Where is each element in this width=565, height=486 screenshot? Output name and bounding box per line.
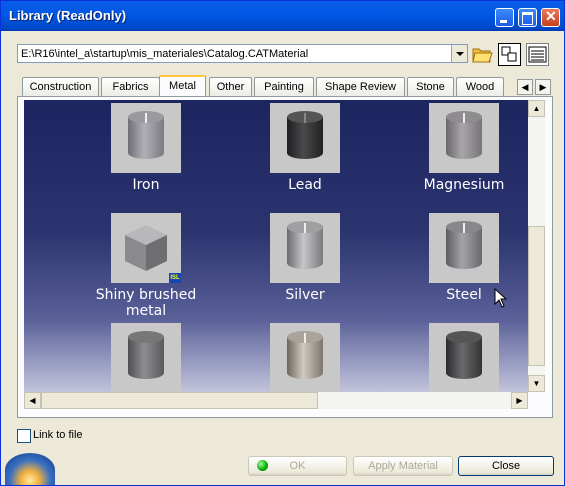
material-thumbnail bbox=[111, 323, 181, 392]
close-window-button[interactable]: ✕ bbox=[541, 8, 560, 27]
tab-stone[interactable]: Stone bbox=[407, 77, 454, 97]
cube-icon bbox=[125, 225, 167, 271]
link-to-file-label: Link to file bbox=[33, 429, 83, 441]
material-thumbnail bbox=[270, 323, 340, 392]
material-item[interactable] bbox=[235, 323, 375, 392]
tab-fabrics[interactable]: Fabrics bbox=[101, 77, 160, 97]
open-folder-icon[interactable] bbox=[471, 43, 494, 66]
cylinder-icon bbox=[287, 111, 323, 163]
cylinder-icon bbox=[446, 111, 482, 163]
isl-badge: ISL bbox=[169, 273, 181, 283]
material-silver[interactable]: Silver bbox=[235, 213, 375, 303]
scroll-up-icon[interactable]: ▲ bbox=[528, 100, 545, 117]
ok-led-icon bbox=[257, 460, 268, 471]
close-button[interactable]: Close bbox=[458, 456, 554, 476]
tab-other[interactable]: Other bbox=[209, 77, 252, 97]
link-to-file-checkbox[interactable] bbox=[17, 429, 31, 443]
cylinder-icon bbox=[128, 111, 164, 163]
vertical-scroll-thumb[interactable] bbox=[528, 226, 545, 366]
cylinder-icon bbox=[446, 221, 482, 273]
material-preview-area: Iron Lead Magnesium ISL Shiny brushed me… bbox=[24, 100, 528, 392]
material-thumbnail bbox=[111, 103, 181, 173]
material-lead[interactable]: Lead bbox=[235, 103, 375, 193]
ok-button[interactable]: OK bbox=[248, 456, 347, 476]
material-label: Magnesium bbox=[423, 177, 505, 193]
material-label: Shiny brushed metal bbox=[95, 287, 197, 319]
material-label: Lead bbox=[288, 177, 322, 193]
horizontal-scrollbar[interactable]: ◀ ▶ bbox=[24, 392, 528, 409]
library-window: Library (ReadOnly) ✕ E:\R16\intel_a\star… bbox=[0, 0, 565, 486]
title-bar[interactable]: Library (ReadOnly) ✕ bbox=[1, 1, 564, 31]
material-label: Iron bbox=[132, 177, 160, 193]
material-shiny-brushed-metal[interactable]: ISL Shiny brushed metal bbox=[76, 213, 216, 319]
material-thumbnail bbox=[429, 213, 499, 283]
material-label: Silver bbox=[285, 287, 325, 303]
material-item[interactable] bbox=[76, 323, 216, 392]
horizontal-scroll-thumb[interactable] bbox=[41, 392, 318, 409]
material-thumbnail bbox=[270, 213, 340, 283]
catalog-path-value: E:\R16\intel_a\startup\mis_materiales\Ca… bbox=[21, 48, 309, 60]
cylinder-icon bbox=[128, 331, 164, 383]
material-thumbnail: ISL bbox=[111, 213, 181, 283]
material-thumbnail bbox=[429, 103, 499, 173]
minimize-button[interactable] bbox=[495, 8, 514, 27]
tab-wood[interactable]: Wood bbox=[456, 77, 504, 97]
tab-shape-review[interactable]: Shape Review bbox=[316, 77, 405, 97]
material-thumbnail bbox=[270, 103, 340, 173]
cylinder-icon bbox=[287, 221, 323, 273]
chevron-down-icon[interactable] bbox=[451, 45, 467, 62]
material-iron[interactable]: Iron bbox=[76, 103, 216, 193]
details-view-icon[interactable] bbox=[526, 43, 549, 66]
tab-scroll-left-icon[interactable]: ◀ bbox=[517, 79, 533, 95]
material-item[interactable] bbox=[394, 323, 528, 392]
catia-logo bbox=[5, 453, 55, 485]
tab-scroll-right-icon[interactable]: ▶ bbox=[535, 79, 551, 95]
scroll-right-icon[interactable]: ▶ bbox=[511, 392, 528, 409]
mouse-cursor-icon bbox=[494, 288, 508, 308]
apply-material-button[interactable]: Apply Material bbox=[353, 456, 453, 476]
tab-construction[interactable]: Construction bbox=[22, 77, 99, 97]
scroll-down-icon[interactable]: ▼ bbox=[528, 375, 545, 392]
catalog-path-combo[interactable]: E:\R16\intel_a\startup\mis_materiales\Ca… bbox=[17, 44, 468, 63]
material-magnesium[interactable]: Magnesium bbox=[394, 103, 528, 193]
tab-metal[interactable]: Metal bbox=[159, 75, 206, 98]
cylinder-icon bbox=[287, 331, 323, 383]
maximize-button[interactable] bbox=[518, 8, 537, 27]
window-title: Library (ReadOnly) bbox=[9, 8, 127, 23]
tab-painting[interactable]: Painting bbox=[254, 77, 314, 97]
material-thumbnail bbox=[429, 323, 499, 392]
cylinder-icon bbox=[446, 331, 482, 383]
scroll-left-icon[interactable]: ◀ bbox=[24, 392, 41, 409]
ok-button-label: OK bbox=[289, 460, 306, 472]
vertical-scrollbar[interactable]: ▲ ▼ bbox=[528, 100, 545, 392]
list-view-icon[interactable] bbox=[498, 43, 521, 66]
